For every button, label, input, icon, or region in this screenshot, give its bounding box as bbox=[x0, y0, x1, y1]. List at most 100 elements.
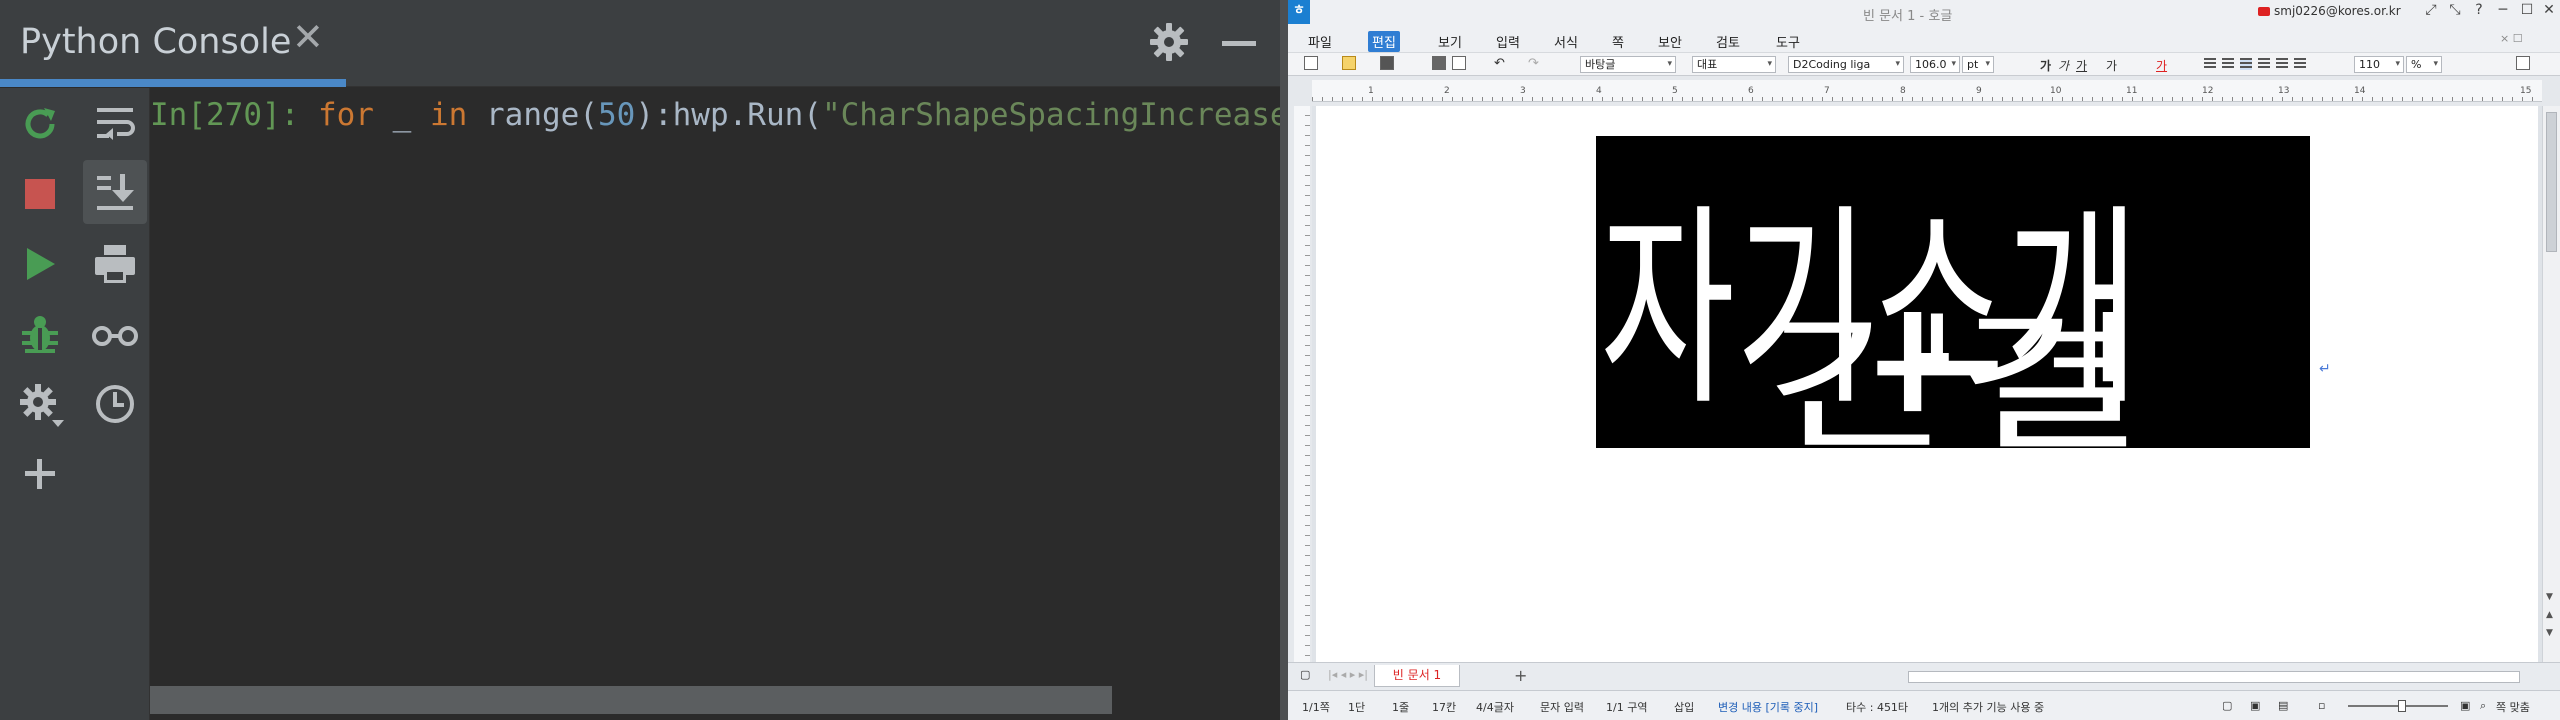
zoom-unit-select[interactable]: % bbox=[2406, 56, 2442, 73]
zoom-in-icon[interactable]: ▣ bbox=[2460, 699, 2470, 712]
print-icon[interactable] bbox=[91, 240, 139, 288]
underline-button[interactable]: 가 bbox=[2076, 57, 2087, 74]
char-shape-button[interactable]: 가 bbox=[2106, 57, 2117, 74]
status-addins[interactable]: 1개의 추가 기능 사용 중 bbox=[1932, 699, 2044, 715]
align-left-icon[interactable] bbox=[2222, 58, 2234, 70]
status-insert[interactable]: 삽입 bbox=[1674, 699, 1694, 715]
account-label[interactable]: smj0226@kores.or.kr bbox=[2258, 4, 2401, 18]
table-icon[interactable] bbox=[2516, 56, 2530, 70]
menu-review[interactable]: 검토 bbox=[1712, 31, 1744, 52]
fit-page-label[interactable]: 쪽 맞춤 bbox=[2496, 699, 2530, 715]
tab-list-icon[interactable]: ▢ bbox=[1300, 668, 1310, 681]
menu-insert[interactable]: 입력 bbox=[1492, 31, 1524, 52]
zoom-input[interactable]: 110 bbox=[2354, 56, 2404, 73]
menu-page[interactable]: 쪽 bbox=[1608, 31, 1628, 52]
status-page[interactable]: 1/1쪽 bbox=[1302, 699, 1330, 715]
window-restore-icon[interactable]: ⤢ bbox=[2420, 2, 2442, 18]
bold-button[interactable]: 가 bbox=[2040, 57, 2051, 74]
console-tab-title[interactable]: Python Console bbox=[20, 22, 291, 62]
save-icon[interactable] bbox=[1380, 56, 1394, 70]
status-section: 1/1 구역 bbox=[1606, 701, 1648, 714]
window-title: 빈 문서 1 - 호글 bbox=[1863, 9, 1953, 24]
console-prompt: In[270]: bbox=[150, 97, 300, 133]
zoom-out-icon[interactable]: ▫ bbox=[2318, 699, 2325, 712]
menu-file[interactable]: 파일 bbox=[1304, 31, 1336, 52]
align-split-icon[interactable] bbox=[2294, 58, 2306, 70]
align-distribute-icon[interactable] bbox=[2276, 58, 2288, 70]
horizontal-scrollbar[interactable] bbox=[1908, 671, 2520, 683]
align-center-icon[interactable] bbox=[2240, 58, 2252, 70]
menu-format[interactable]: 서식 bbox=[1550, 31, 1582, 52]
status-col: 17칸 bbox=[1432, 701, 1457, 714]
minimize-icon[interactable]: ─ bbox=[2492, 2, 2514, 18]
code-function: range( bbox=[486, 97, 598, 133]
account-email: smj0226@kores.or.kr bbox=[2274, 4, 2401, 18]
hwp-logo-icon[interactable]: ㅎ bbox=[1288, 0, 1310, 24]
font-unit-select[interactable]: pt bbox=[1962, 56, 1994, 73]
menu-edit[interactable]: 편집 bbox=[1368, 31, 1400, 52]
zoom-slider-handle[interactable] bbox=[2398, 700, 2406, 712]
add-icon[interactable] bbox=[16, 450, 64, 498]
add-tab-button[interactable]: + bbox=[1514, 666, 1527, 685]
tab-nav-icon[interactable]: |◂ ◂ ▸ ▸| bbox=[1328, 668, 1368, 681]
undo-icon[interactable]: ↶ bbox=[1494, 56, 1505, 72]
prev-page-icon[interactable]: ▲ bbox=[2546, 610, 2553, 620]
view-page-icon[interactable]: ▣ bbox=[2250, 699, 2260, 712]
menu-view[interactable]: 보기 bbox=[1434, 31, 1466, 52]
vertical-ruler[interactable] bbox=[1288, 106, 1312, 662]
align-right-icon[interactable] bbox=[2258, 58, 2270, 70]
menu-security[interactable]: 보안 bbox=[1654, 31, 1686, 52]
scroll-to-end-icon[interactable] bbox=[83, 160, 147, 224]
italic-button[interactable]: 가 bbox=[2058, 57, 2069, 74]
font-color-button[interactable]: 가 bbox=[2156, 57, 2167, 74]
new-document-icon[interactable] bbox=[1304, 56, 1318, 70]
open-folder-icon[interactable] bbox=[1342, 56, 1356, 70]
document-area[interactable]: 자기소개 간결 ↵ bbox=[1312, 106, 2542, 662]
next-page-icon[interactable]: ▼ bbox=[2546, 628, 2553, 638]
history-icon[interactable] bbox=[91, 380, 139, 428]
redo-icon[interactable]: ↷ bbox=[1528, 56, 1539, 72]
vertical-scrollbar[interactable]: ▼ ▲ ▼ bbox=[2542, 106, 2560, 662]
document-text-line: 간결 bbox=[1766, 298, 2146, 448]
debug-icon[interactable] bbox=[16, 310, 64, 358]
status-track-changes[interactable]: 변경 내용 [기록 중지] bbox=[1718, 699, 1818, 715]
view-normal-icon[interactable]: ▢ bbox=[2222, 699, 2232, 712]
rerun-icon[interactable] bbox=[16, 100, 64, 148]
soft-wrap-icon[interactable] bbox=[91, 100, 139, 148]
font-name-select[interactable]: D2Coding liga bbox=[1788, 56, 1904, 73]
font-language-select[interactable]: 대표 bbox=[1692, 56, 1776, 73]
gear-icon[interactable] bbox=[1147, 20, 1191, 64]
scroll-down-icon[interactable]: ▼ bbox=[2546, 592, 2553, 602]
menu-tools[interactable]: 도구 bbox=[1772, 31, 1804, 52]
run-icon[interactable] bbox=[16, 240, 64, 288]
close-icon[interactable]: ✕ bbox=[2538, 2, 2560, 18]
font-size-input[interactable]: 106.0 bbox=[1910, 56, 1960, 73]
help-icon[interactable]: ? bbox=[2468, 2, 2490, 18]
console-output[interactable]: In[270]: for _ in range(50):hwp.Run("Cha… bbox=[150, 88, 1280, 688]
view-outline-icon[interactable]: ▤ bbox=[2278, 699, 2288, 712]
ruler-number: 7 bbox=[1824, 86, 1830, 96]
selected-text-block[interactable]: 자기소개 간결 bbox=[1596, 136, 2310, 448]
document-page[interactable]: 자기소개 간결 ↵ bbox=[1316, 106, 2538, 662]
glasses-icon[interactable] bbox=[91, 310, 139, 358]
document-text[interactable]: 자기소개 간결 bbox=[1596, 136, 2310, 448]
style-select[interactable]: 바탕글 bbox=[1580, 56, 1676, 73]
preview-icon[interactable] bbox=[1452, 56, 1466, 70]
stop-icon[interactable] bbox=[16, 170, 64, 218]
window-fullscreen-icon[interactable]: ⤡ bbox=[2444, 2, 2466, 18]
align-justify-icon[interactable] bbox=[2204, 58, 2216, 70]
paragraph-mark: ↵ bbox=[2319, 361, 2331, 377]
horizontal-ruler[interactable]: 1 2 3 4 5 6 7 8 9 10 11 12 13 14 15 bbox=[1288, 76, 2560, 106]
document-tab[interactable]: 빈 문서 1 bbox=[1374, 665, 1460, 687]
active-tab-indicator bbox=[0, 79, 346, 87]
fit-page-icon[interactable]: ⌕ bbox=[2480, 699, 2486, 713]
menu-window-controls[interactable]: × ☐ bbox=[2500, 32, 2523, 45]
minimize-icon[interactable] bbox=[1222, 41, 1256, 46]
print-icon[interactable] bbox=[1432, 56, 1446, 70]
close-tab-icon[interactable]: ✕ bbox=[292, 18, 324, 56]
console-input-line[interactable]: In[270]: for _ in range(50):hwp.Run("Cha… bbox=[150, 90, 1280, 140]
scrollbar-thumb[interactable] bbox=[2546, 112, 2557, 252]
maximize-icon[interactable]: ☐ bbox=[2516, 2, 2538, 18]
settings-icon[interactable] bbox=[16, 380, 64, 428]
horizontal-scrollbar[interactable] bbox=[150, 686, 1112, 714]
